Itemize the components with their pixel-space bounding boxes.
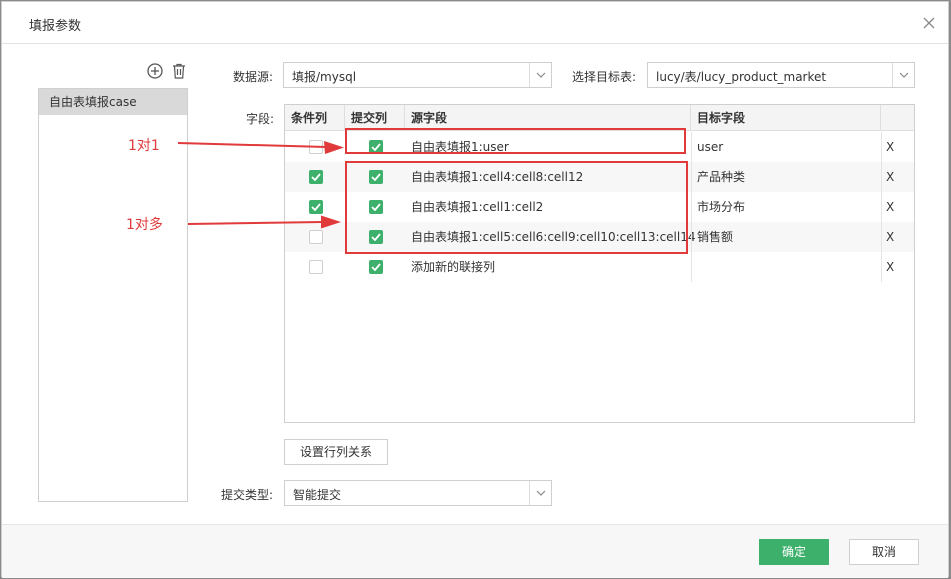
dialog-titlebar: 填报参数 — [2, 2, 948, 44]
delete-row-button[interactable]: X — [886, 132, 894, 162]
condition-checkbox[interactable] — [309, 170, 323, 184]
fields-label: 字段: — [246, 112, 275, 126]
header-target: 目标字段 — [691, 105, 881, 131]
target-table-label: 选择目标表: — [572, 70, 637, 84]
dialog-footer: 确定 取消 — [2, 524, 948, 578]
set-row-column-relation-button[interactable]: 设置行列关系 — [284, 439, 388, 465]
add-icon[interactable] — [146, 62, 164, 80]
trash-icon[interactable] — [170, 62, 188, 80]
datasource-label: 数据源: — [233, 70, 274, 84]
target-table-value: lucy/表/lucy_product_market — [656, 70, 827, 84]
fill-case-list: 自由表填报case — [38, 88, 188, 502]
target-field: 销售额 — [697, 230, 734, 244]
one-to-one-label: 1对1 — [128, 138, 160, 154]
chevron-down-icon[interactable] — [892, 63, 914, 87]
target-field: 市场分布 — [697, 200, 746, 214]
delete-row-button[interactable]: X — [886, 252, 894, 282]
confirm-button[interactable]: 确定 — [759, 539, 829, 565]
condition-checkbox[interactable] — [309, 200, 323, 214]
target-field: user — [697, 140, 724, 154]
chevron-down-icon[interactable] — [529, 63, 551, 87]
dialog-title: 填报参数 — [29, 19, 82, 34]
condition-checkbox[interactable] — [309, 260, 323, 274]
list-item[interactable]: 自由表填报case — [39, 89, 187, 115]
condition-checkbox[interactable] — [309, 140, 323, 154]
table-row[interactable]: 添加新的联接列 X — [285, 252, 914, 282]
close-icon[interactable] — [920, 14, 938, 32]
delete-row-button[interactable]: X — [886, 222, 894, 252]
add-join-column[interactable]: 添加新的联接列 — [405, 252, 495, 282]
delete-row-button[interactable]: X — [886, 192, 894, 222]
fill-params-dialog: 填报参数 自由表填报case 数据源: 填报/mysql 选择目标表: lucy… — [1, 1, 949, 578]
condition-checkbox[interactable] — [309, 230, 323, 244]
datasource-value: 填报/mysql — [292, 70, 357, 84]
cancel-button[interactable]: 取消 — [849, 539, 919, 565]
header-condition: 条件列 — [285, 105, 345, 131]
submit-type-label: 提交类型: — [221, 488, 274, 502]
submit-checkbox[interactable] — [369, 260, 383, 274]
target-table-select[interactable]: lucy/表/lucy_product_market — [647, 62, 915, 88]
one-to-many-highlight-box — [345, 161, 688, 254]
column-divider — [881, 132, 882, 282]
submit-type-select[interactable]: 智能提交 — [284, 480, 552, 506]
chevron-down-icon[interactable] — [529, 481, 551, 505]
target-field: 产品种类 — [697, 170, 746, 184]
submit-type-value: 智能提交 — [293, 488, 342, 502]
one-to-one-highlight-box — [345, 128, 686, 154]
datasource-select[interactable]: 填报/mysql — [283, 62, 552, 88]
column-divider — [691, 132, 692, 282]
one-to-many-label: 1对多 — [126, 217, 163, 233]
delete-row-button[interactable]: X — [886, 162, 894, 192]
